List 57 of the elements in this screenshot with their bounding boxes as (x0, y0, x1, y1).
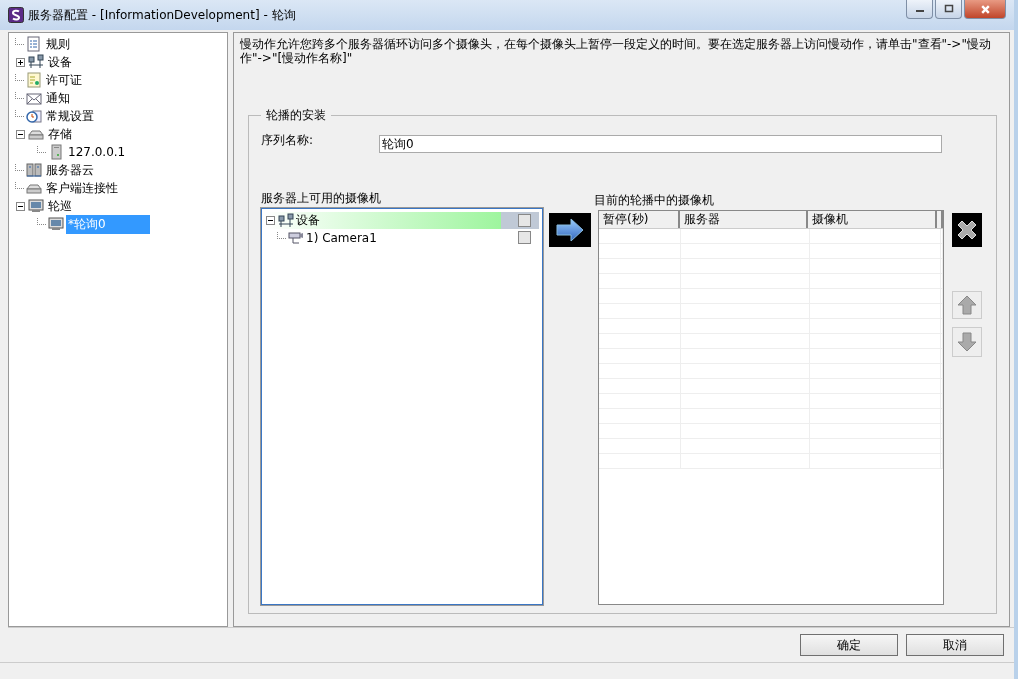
server-icon (48, 144, 64, 160)
tree-row[interactable]: 设备 (265, 212, 539, 229)
tree-item-label: 设备 (296, 212, 321, 229)
tree-item[interactable]: 设备 (46, 52, 74, 72)
up-arrow-icon (956, 294, 978, 316)
close-icon (979, 3, 991, 15)
column-header[interactable]: 摄像机 (807, 211, 937, 228)
dialog-button[interactable]: 取消 (906, 634, 1004, 656)
maximize-button[interactable] (935, 0, 962, 19)
close-icon (955, 218, 979, 242)
field-label: 序列名称: (261, 131, 315, 149)
document-icon (26, 36, 42, 52)
checkbox[interactable] (518, 231, 531, 244)
description-text: 慢动作允许您跨多个服务器循环访问多个摄像头，在每个摄像头上暂停一段定义的时间。要在选定服务器上访问慢动作，请单击"查看"->"慢动作"->"[慢动作名称]" (240, 37, 992, 67)
app-logo-icon (8, 7, 24, 23)
column-header[interactable]: 服务器 (680, 211, 808, 228)
maximize-icon (943, 4, 954, 14)
tree-item[interactable]: 127.0.0.1 (66, 144, 128, 160)
checkbox[interactable] (518, 214, 531, 227)
group-title: 轮播的安装 (265, 107, 327, 124)
tree-item-label: 1) Camera1 (306, 230, 378, 245)
tree-item[interactable]: 常规设置 (44, 106, 96, 126)
expand-icon[interactable] (15, 56, 26, 68)
minimize-button[interactable] (906, 0, 933, 19)
window-title: 服务器配置 - [InformationDevelopment] - 轮询 (28, 6, 296, 24)
clock-icon (26, 108, 42, 124)
network-icon (278, 212, 294, 229)
tree-item[interactable]: 规则 (44, 34, 72, 54)
collapse-icon[interactable] (15, 200, 26, 212)
certificate-icon (26, 72, 42, 88)
sequence-name-field[interactable]: 轮询0 (379, 135, 942, 153)
tree-row[interactable]: 1) Camera1 (265, 229, 539, 246)
section-label: 目前的轮播中的摄像机 (594, 192, 715, 208)
tree-item[interactable]: 许可证 (44, 70, 84, 90)
move-down-button[interactable] (952, 327, 982, 357)
network-icon (28, 54, 44, 70)
move-up-button[interactable] (952, 291, 982, 319)
remove-button[interactable] (952, 213, 982, 247)
dialog-button[interactable]: 确定 (800, 634, 898, 656)
tree-item[interactable]: 存储 (46, 124, 74, 144)
collapse-icon[interactable] (265, 215, 276, 226)
add-button[interactable] (549, 213, 591, 247)
monitor-icon (48, 216, 64, 232)
right-arrow-icon (555, 217, 585, 243)
tree-item[interactable]: 服务器云 (44, 160, 96, 180)
servers-icon (26, 162, 42, 178)
camera-icon (288, 229, 304, 246)
monitor-icon (28, 198, 44, 214)
down-arrow-icon (956, 331, 978, 353)
envelope-icon (26, 90, 42, 106)
tree-item[interactable]: 客户端连接性 (44, 178, 120, 198)
tree-item[interactable]: 轮巡 (46, 196, 74, 216)
close-button[interactable] (964, 0, 1006, 19)
collapse-icon[interactable] (15, 128, 26, 140)
tree-item[interactable]: 通知 (44, 88, 72, 108)
section-label: 服务器上可用的摄像机 (261, 190, 382, 206)
column-header[interactable]: 暂停(秒) (599, 211, 681, 228)
